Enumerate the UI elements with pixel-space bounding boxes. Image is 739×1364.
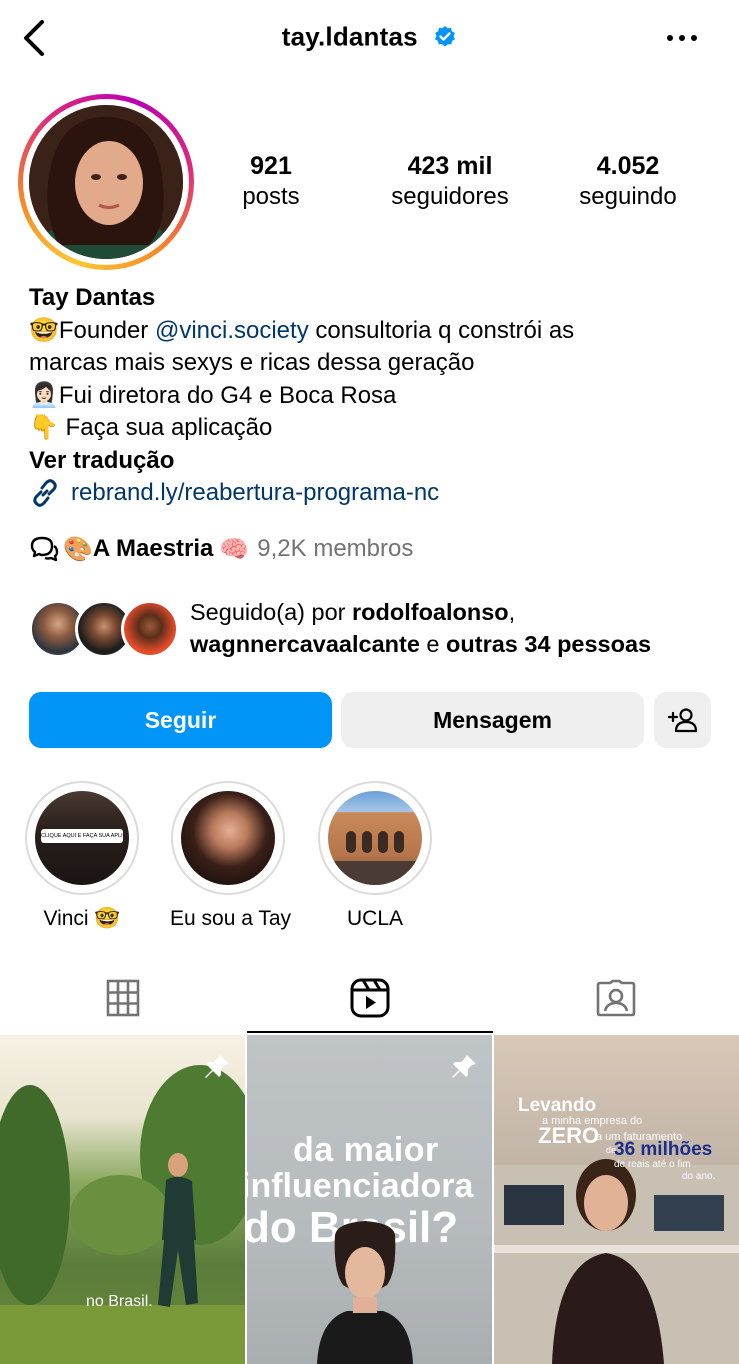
followed-by[interactable]: Seguido(a) por rodolfoalonso, wagnnercav… [29,596,729,660]
highlight-cover [328,791,422,885]
pin-icon [452,1055,476,1078]
following-label: seguindo [579,183,677,210]
active-tab-indicator [247,1031,493,1033]
post-caption-line-7: de reais até o fim [614,1159,691,1170]
external-link[interactable]: rebrand.ly/reabertura-programa-nc [29,477,719,510]
channel-members: 9,2K membros [257,535,414,562]
highlight-label: Vinci 🤓 [43,907,121,930]
post-caption-line-6: 36 milhões [614,1139,713,1160]
chat-bubbles-icon [30,536,59,562]
pointing-down-emoji: 👇 [29,414,59,441]
profile-tabs [0,962,739,1034]
tab-grid[interactable] [0,962,246,1034]
profile-bio: Tay Dantas 🤓Founder @vinci.society consu… [29,282,719,510]
profile-avatar[interactable] [18,94,194,270]
posts-count: 921 [250,152,292,180]
bio-line-2: marcas mais sexys e ricas dessa geração [29,349,475,376]
followers-count: 423 mil [407,152,493,180]
more-options-button[interactable] [665,26,699,50]
highlight-label: Eu sou a Tay [170,907,292,930]
brain-emoji: 🧠 [219,535,250,563]
reel-post-2[interactable]: da maior influenciadora do Brasil? [247,1035,492,1364]
bio-line-4: 👇 Faça sua aplicação [29,412,719,445]
following-count: 4.052 [596,152,660,180]
bio-line-1: 🤓Founder @vinci.society consultoria q co… [29,315,719,348]
post-caption-line-3: ZERO [538,1123,600,1148]
link-icon [33,479,57,508]
verified-badge-icon [435,26,456,47]
tab-reels[interactable] [247,962,493,1034]
broadcast-channel[interactable]: 🎨 A Maestria 🧠 9,2K membros [29,534,413,564]
pin-icon [205,1055,229,1078]
highlight-cover: CLIQUE AQUI E FAÇA SUA APLICAÇÃO [35,791,129,885]
highlight-vinci[interactable]: CLIQUE AQUI E FAÇA SUA APLICAÇÃO Vinci 🤓 [24,781,140,931]
post-caption-line-1: Levando [518,1095,597,1116]
follower-username-1[interactable]: rodolfoalonso [352,599,509,625]
nerd-face-emoji: 🤓 [29,316,59,344]
stat-posts: 921 posts [232,150,310,212]
more-horizontal-icon [667,35,697,41]
reel-post-1[interactable]: no Brasil. [0,1035,245,1364]
highlight-cover [181,791,275,885]
office-worker-emoji: 👩🏻‍💼 [29,381,59,409]
top-bar: tay.ldantas [0,0,739,78]
palette-emoji: 🎨 [63,535,93,563]
link-text: rebrand.ly/reabertura-programa-nc [71,479,440,506]
highlight-ucla[interactable]: UCLA [317,781,433,931]
avatar-photo [29,105,183,259]
posts-label: posts [242,183,300,210]
stat-followers[interactable]: 423 mil seguidores [380,150,520,212]
username: tay.ldantas [281,21,418,52]
tagged-icon [596,979,636,1017]
follow-button[interactable]: Seguir [29,692,332,748]
channel-name: A Maestria [92,535,214,562]
follower-username-2[interactable]: wagnnercavaalcante [190,631,420,657]
stat-following[interactable]: 4.052 seguindo [570,150,686,212]
follower-avatar-3 [121,600,179,658]
post-caption: no Brasil. [86,1293,153,1310]
grid-icon [106,979,140,1017]
add-user-icon [667,708,697,733]
tab-tagged[interactable] [493,962,739,1034]
highlight-label: UCLA [346,907,404,930]
other-followers[interactable]: outras 34 pessoas [446,631,651,657]
suggest-users-button[interactable] [654,692,711,748]
post-caption-line-8: do ano. [682,1171,716,1182]
display-name: Tay Dantas [29,284,156,311]
message-button[interactable]: Mensagem [341,692,644,748]
mention-link[interactable]: @vinci.society [155,317,309,344]
translate-link[interactable]: Ver tradução [29,445,719,478]
reel-post-3[interactable]: Levando a minha empresa do ZERO a um fat… [494,1035,739,1364]
followers-label: seguidores [391,183,509,210]
followed-by-text: Seguido(a) por rodolfoalonso, wagnnercav… [190,599,652,657]
highlight-eu-sou-a-tay[interactable]: Eu sou a Tay [170,781,292,931]
reels-icon [350,978,390,1018]
profile-title: tay.ldantas [0,20,739,53]
bio-line-3: 👩🏻‍💼Fui diretora do G4 e Boca Rosa [29,380,719,413]
